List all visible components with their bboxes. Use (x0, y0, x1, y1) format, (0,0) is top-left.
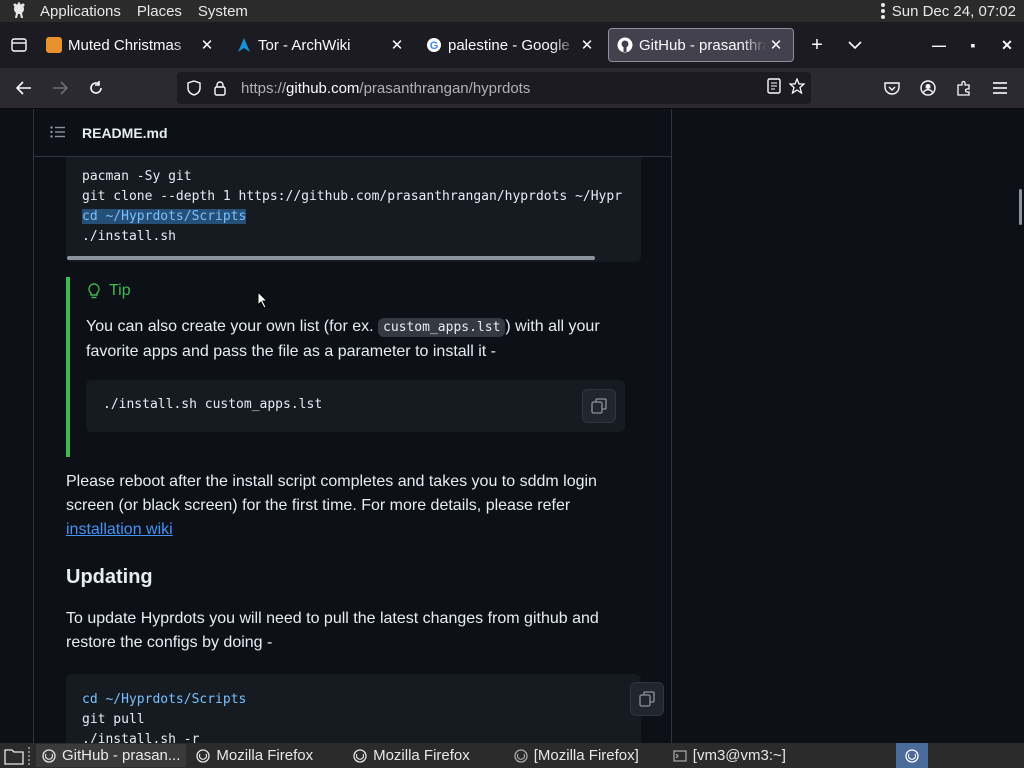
menu-applications[interactable]: Applications (34, 3, 127, 20)
task-firefox-minimized[interactable]: [Mozilla Firefox] (508, 744, 645, 767)
inline-code: custom_apps.lst (378, 318, 506, 337)
readme-panel: README.md pacman -Sy git git clone --dep… (33, 109, 672, 743)
task-label: [Mozilla Firefox] (533, 747, 639, 764)
task-firefox-1[interactable]: Mozilla Firefox (190, 744, 319, 767)
tip-code-block[interactable]: ./install.sh custom_apps.lst (86, 380, 625, 432)
lightbulb-icon (88, 283, 100, 299)
forward-arrow-icon[interactable] (42, 70, 78, 106)
tab-strip: Muted Christmas ✕ Tor - ArchWiki ✕ G pal… (0, 22, 1024, 68)
reader-view-icon[interactable] (767, 78, 781, 98)
update-code-block[interactable]: cd ~/Hyprdots/Scripts git pull ./install… (66, 674, 664, 743)
arch-logo-icon (236, 37, 252, 53)
nav-bar: https://github.com/prasanthrangan/hyprdo… (0, 68, 1024, 109)
outline-list-icon[interactable] (50, 125, 66, 141)
workspace-switcher-icon[interactable] (896, 743, 928, 768)
bookmark-star-icon[interactable] (788, 77, 806, 98)
firefox-view-button[interactable] (0, 22, 38, 68)
panel-menu-icon[interactable] (880, 3, 886, 19)
copy-button[interactable] (630, 682, 664, 716)
new-tab-plus-icon[interactable]: + (798, 22, 836, 68)
readme-title[interactable]: README.md (82, 125, 168, 141)
firefox-icon (353, 748, 367, 763)
task-label: GitHub - prasan... (62, 747, 181, 764)
horizontal-scrollbar[interactable] (67, 256, 595, 260)
lock-icon[interactable] (207, 80, 233, 96)
task-github[interactable]: GitHub - prasan... (36, 744, 187, 767)
installation-wiki-link[interactable]: installation wiki (66, 521, 173, 538)
page-content: README.md pacman -Sy git git clone --dep… (0, 109, 1024, 743)
menu-system[interactable]: System (192, 3, 254, 20)
code-line: ./install.sh (82, 229, 176, 244)
copy-button[interactable] (582, 389, 616, 423)
mouse-cursor-icon (257, 291, 269, 309)
tab-google-search[interactable]: G palestine - Google ✕ (418, 28, 604, 62)
task-terminal[interactable]: [vm3@vm3:~] (667, 744, 792, 767)
code-line: ./install.sh custom_apps.lst (103, 397, 323, 412)
task-firefox-2[interactable]: Mozilla Firefox (347, 744, 476, 767)
task-label: Mozilla Firefox (373, 747, 470, 764)
firefox-view-icon (11, 38, 27, 52)
install-code-block[interactable]: pacman -Sy git git clone --depth 1 https… (66, 157, 641, 262)
tip-text: You can also create your own list (for e… (86, 318, 600, 360)
extensions-puzzle-icon[interactable] (946, 70, 982, 106)
account-icon[interactable] (910, 70, 946, 106)
terminal-icon (673, 749, 687, 762)
back-arrow-icon[interactable] (6, 70, 42, 106)
copy-icon (639, 691, 655, 707)
firefox-icon (514, 748, 528, 763)
code-line: git clone --depth 1 https://github.com/p… (82, 189, 623, 204)
top-panel: Applications Places System Sun Dec 24, 0… (0, 0, 1024, 22)
tab-github-active[interactable]: GitHub - prasanthrangan ✕ (608, 28, 794, 62)
taskbar-grip[interactable] (28, 746, 34, 765)
svg-text:G: G (430, 40, 439, 52)
code-line-selected: cd ~/Hyprdots/Scripts (82, 209, 247, 224)
maximize-icon[interactable]: ▪ (956, 22, 990, 68)
code-line: git pull (82, 712, 145, 727)
taskbar: GitHub - prasan... Mozilla Firefox Mozil… (0, 743, 1024, 768)
firefox-icon (42, 748, 56, 763)
menu-places[interactable]: Places (131, 3, 188, 20)
tab-label: GitHub - prasanthrangan (639, 36, 767, 54)
hamburger-menu-icon[interactable] (982, 70, 1018, 106)
code-line: cd ~/Hyprdots/Scripts (82, 692, 247, 707)
tip-callout: Tip You can also create your own list (f… (66, 277, 641, 457)
minimize-icon[interactable]: — (922, 22, 956, 68)
list-tabs-chevron-icon[interactable] (836, 22, 874, 68)
task-label: [vm3@vm3:~] (692, 747, 786, 764)
tab-label: Tor - ArchWiki (258, 36, 351, 54)
updating-heading: Updating (66, 566, 153, 588)
tab-label: Muted Christmas (68, 36, 182, 54)
page-scrollbar[interactable] (1019, 189, 1022, 225)
tip-title: Tip (87, 282, 131, 300)
favicon-icon (46, 37, 62, 53)
update-paragraph: To update Hyprdots you will need to pull… (66, 610, 599, 651)
gnome-foot-icon[interactable] (8, 0, 30, 22)
readme-header: README.md (34, 109, 671, 157)
code-line: pacman -Sy git (82, 169, 192, 184)
tab-close-icon[interactable]: ✕ (388, 36, 406, 54)
task-label: Mozilla Firefox (216, 747, 314, 764)
copy-icon (591, 398, 607, 414)
reload-icon[interactable] (78, 70, 114, 106)
tab-close-icon[interactable]: ✕ (578, 36, 596, 54)
google-logo-icon: G (426, 37, 442, 53)
pocket-icon[interactable] (874, 70, 910, 106)
reboot-paragraph: Please reboot after the install script c… (66, 473, 597, 538)
tab-close-icon[interactable]: ✕ (767, 36, 785, 54)
close-window-icon[interactable]: ✕ (990, 22, 1024, 68)
url-text[interactable]: https://github.com/prasanthrangan/hyprdo… (241, 80, 530, 97)
tab-label: palestine - Google (448, 36, 570, 54)
shield-icon[interactable] (181, 80, 207, 96)
firefox-icon (196, 748, 211, 763)
github-logo-icon (617, 37, 633, 53)
tab-close-icon[interactable]: ✕ (198, 36, 216, 54)
code-line: ./install.sh -r (82, 732, 200, 743)
url-bar[interactable]: https://github.com/prasanthrangan/hyprdo… (177, 72, 811, 104)
show-desktop-icon[interactable] (0, 743, 28, 768)
tab-tor-archwiki[interactable]: Tor - ArchWiki ✕ (228, 28, 414, 62)
tab-muted-christmas[interactable]: Muted Christmas ✕ (38, 28, 224, 62)
clock[interactable]: Sun Dec 24, 07:02 (892, 3, 1016, 20)
